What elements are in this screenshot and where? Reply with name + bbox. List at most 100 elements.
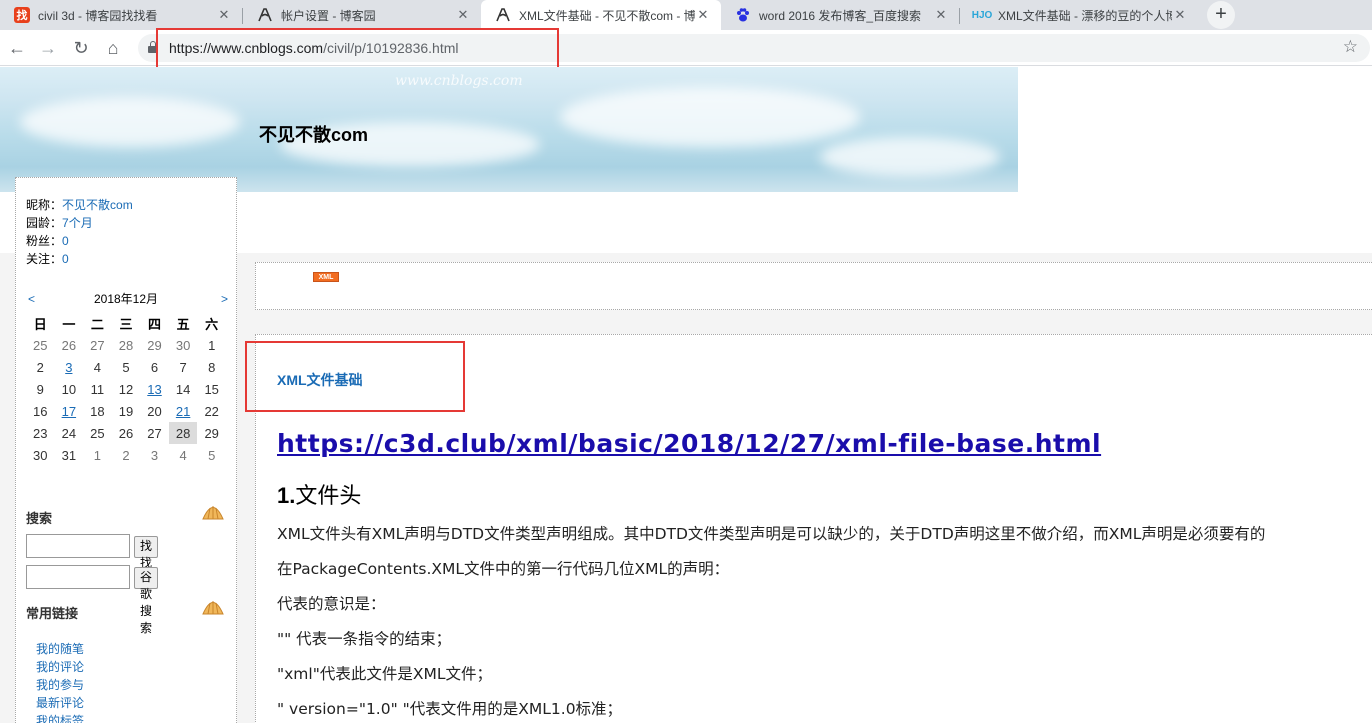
calendar-day: 14 [175,381,191,397]
calendar-prev-button[interactable]: < [28,292,35,306]
post-title[interactable]: XML文件基础 [277,370,363,390]
calendar-day: 25 [90,425,105,441]
calendar-weekday: 四 [148,316,162,332]
calendar-day: 29 [204,425,219,441]
link-my-posts[interactable]: 我的随笔 [36,640,84,658]
calendar-day: 22 [204,403,219,419]
calendar-day-link[interactable]: 17 [62,404,76,419]
close-icon[interactable]: ✕ [455,7,471,23]
fans-link[interactable]: 0 [62,234,69,248]
header-banner: www.cnblogs.com [0,67,1018,192]
forward-arrow-icon[interactable]: → [36,36,60,60]
address-bar[interactable]: https://www.cnblogs.com/civil/p/10192836… [138,34,1370,62]
calendar-day: 2 [122,447,130,463]
search-section-title: 搜索 [26,506,224,527]
calendar-day: 9 [36,381,44,397]
heading-number: 1. [277,483,296,508]
calendar-day: 16 [33,403,48,419]
post-source-link[interactable]: https://c3d.club/xml/basic/2018/12/27/xm… [277,429,1101,458]
common-links: 我的随笔 我的评论 我的参与 最新评论 我的标签 [36,640,84,723]
calendar-month: 2018年12月 [93,292,159,306]
follow-link[interactable]: 0 [62,252,69,266]
tab-title: XML文件基础 - 不见不散com - 博 [519,8,695,23]
close-icon[interactable]: ✕ [933,7,949,23]
calendar-day: 4 [93,359,102,375]
profile-info: 昵称：不见不散com 园龄：7个月 粉丝：0 关注：0 [26,196,133,268]
url-host: https://www.cnblogs.com [169,40,324,56]
calendar-day: 28 [118,337,134,353]
links-section-title: 常用链接 [26,601,224,622]
calendar-day: 1 [93,447,102,463]
calendar-day-link[interactable]: 3 [65,360,72,375]
close-icon[interactable]: ✕ [1172,7,1188,23]
tab-account-settings[interactable]: 帐户设置 - 博客园 ✕ [243,0,481,30]
home-icon[interactable]: ⌂ [101,36,125,60]
reload-icon[interactable]: ↻ [69,36,93,60]
google-search-input[interactable] [26,565,130,589]
search-input[interactable] [26,534,130,558]
browser-toolbar: ← → ↻ ⌂ https://www.cnblogs.com/civil/p/… [0,30,1372,66]
calendar-day: 25 [33,337,48,353]
calendar-next-button[interactable]: > [221,292,228,306]
calendar-day-link[interactable]: 21 [176,404,190,419]
url-path: /civil/p/10192836.html [323,40,459,56]
close-icon[interactable]: ✕ [695,7,711,23]
calendar-day: 7 [179,359,187,375]
calendar-day: 15 [204,381,219,397]
google-search-button[interactable]: 谷歌搜索 [134,567,159,635]
paragraph: 代表的意识是： [277,595,386,613]
cnblogs-icon [495,7,511,23]
zhao-icon: 找 [14,7,30,23]
xml-rss-badge[interactable]: XML [313,272,339,282]
calendar-day: 19 [118,403,134,419]
tab-title: word 2016 发布博客_百度搜索 [759,8,922,23]
paragraph: "xml"代表此文件是XML文件； [277,665,492,683]
paragraph: 在PackageContents.XML文件中的第一行代码几位XML的声明： [277,560,730,578]
calendar-day: 4 [179,447,187,463]
paragraph: "" 代表一条指令的结束； [277,630,452,648]
calendar-day: 1 [208,337,216,353]
blog-title[interactable]: 不见不散com [259,121,368,147]
calendar-day: 27 [90,337,105,353]
calendar-day: 30 [175,337,191,353]
nav-strip: XML [255,262,1372,310]
calendar-day-link[interactable]: 13 [147,382,161,397]
tab-civil3d-search[interactable]: 找 civil 3d - 博客园找找看 ✕ [0,0,242,30]
calendar-day: 27 [147,425,162,441]
search-button[interactable]: 找找看 [134,536,159,587]
baidu-paw-icon [735,7,751,23]
calendar-day: 13 [140,378,169,400]
link-latest-comments[interactable]: 最新评论 [36,694,84,712]
calendar-day: 18 [90,403,105,419]
google-search-row: 谷歌搜索 [26,565,159,635]
link-my-comments[interactable]: 我的评论 [36,658,84,676]
tab-baidu-search[interactable]: word 2016 发布博客_百度搜索 ✕ [721,0,959,30]
calendar-weekday: 六 [205,316,219,332]
calendar-day: 26 [118,425,134,441]
bookmark-star-icon[interactable]: ☆ [1343,37,1358,57]
new-tab-button[interactable]: + [1207,1,1235,29]
url-text[interactable]: https://www.cnblogs.com/civil/p/10192836… [169,40,458,56]
age-link[interactable]: 7个月 [62,216,93,230]
back-arrow-icon[interactable]: ← [5,36,29,60]
nickname-link[interactable]: 不见不散com [62,198,133,212]
fans-label: 粉丝： [26,234,63,248]
link-my-participation[interactable]: 我的参与 [36,676,84,694]
tab-xml-basics-other[interactable]: HJO XML文件基础 - 漂移的豆的个人博 ✕ [960,0,1198,30]
calendar-header: < 2018年12月 > [26,290,228,308]
close-icon[interactable]: ✕ [216,7,232,23]
calendar-day: 11 [90,381,105,397]
tab-title: XML文件基础 - 漂移的豆的个人博 [998,8,1172,23]
calendar-weekday: 三 [119,316,133,332]
calendar-day: 6 [150,359,159,375]
link-my-tags[interactable]: 我的标签 [36,712,84,723]
paragraph: XML文件头有XML声明与DTD文件类型声明组成。其中DTD文件类型声明是可以缺… [277,525,1266,543]
web-page: www.cnblogs.com 不见不散com 昵称：不见不散com 园龄：7个… [0,67,1372,723]
calendar-day: 31 [61,447,77,463]
tab-xml-basics-active[interactable]: XML文件基础 - 不见不散com - 博 ✕ [481,0,721,30]
calendar-day: 12 [118,381,134,397]
cnblogs-icon [257,7,273,23]
links-title-text: 常用链接 [26,606,79,621]
calendar-day: 30 [33,447,48,463]
search-title-text: 搜索 [26,511,53,526]
